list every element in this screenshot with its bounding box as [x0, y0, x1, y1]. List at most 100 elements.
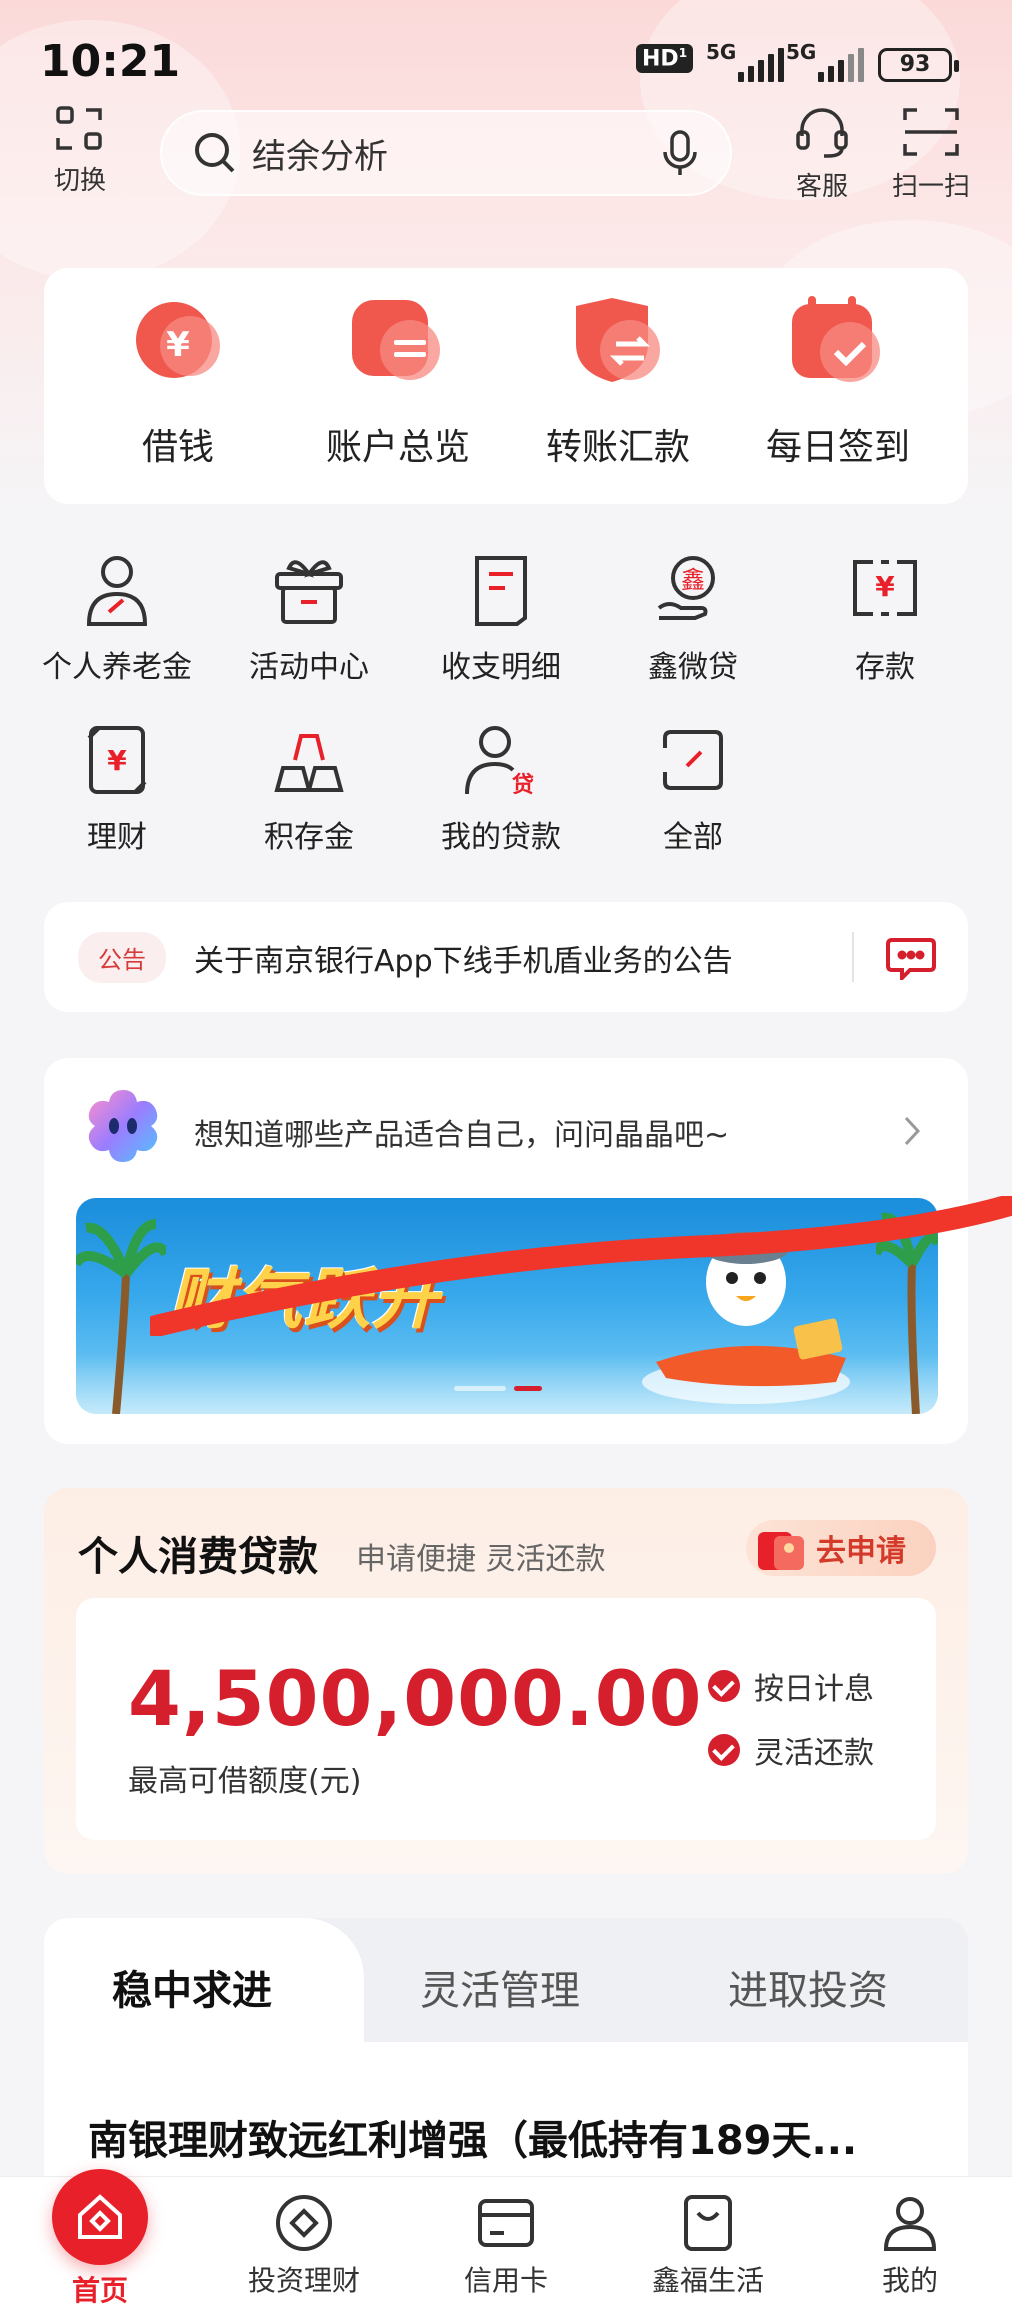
grid-item-transactions[interactable]: 收支明细: [406, 550, 596, 686]
user-icon: [883, 2197, 937, 2251]
nav-label: 首页: [71, 2274, 128, 2305]
loan-amount: 4,500,000.00: [128, 1654, 703, 1743]
scan-label: 扫一扫: [891, 172, 970, 202]
palm-tree-icon: [876, 1212, 938, 1414]
promo-banner[interactable]: 财气跃升: [76, 1198, 938, 1414]
card-icon: [478, 2199, 534, 2247]
grid-label: 积存金: [264, 820, 354, 855]
status-time: 10:21: [40, 36, 181, 87]
loan-feature: 按日计息: [708, 1664, 874, 1708]
grid-item-my-loans[interactable]: 贷 我的贷款: [406, 720, 596, 856]
carousel-dot-active[interactable]: [514, 1386, 542, 1391]
nav-credit-card[interactable]: 信用卡: [426, 2191, 586, 2299]
grid-item-wealth-management[interactable]: ¥ 理财: [22, 720, 212, 856]
customer-service-button[interactable]: 客服: [780, 104, 864, 203]
consumer-loan-card[interactable]: 个人消费贷款 申请便捷 灵活还款 去申请 4,500,000.00 最高可借额度…: [44, 1488, 968, 1874]
signal-bars-icon: [738, 48, 784, 82]
loan-title: 个人消费贷款: [78, 1534, 318, 1580]
nav-label: 投资理财: [247, 2264, 360, 2297]
grid-label: 存款: [855, 650, 915, 685]
notice-text: 关于南京银行App下线手机盾业务的公告: [194, 944, 733, 979]
person-icon: [86, 556, 148, 626]
grid-item-all[interactable]: 全部: [598, 720, 788, 856]
message-icon[interactable]: [886, 934, 936, 980]
tab-flexible[interactable]: 灵活管理: [420, 1958, 580, 2016]
nav-investment[interactable]: 投资理财: [224, 2191, 384, 2299]
grid-label: 鑫微贷: [648, 650, 738, 685]
search-placeholder: 结余分析: [252, 136, 388, 177]
quick-action-transfer[interactable]: 转账汇款: [508, 294, 728, 470]
quick-action-daily-checkin[interactable]: 每日签到: [728, 294, 948, 470]
grid-label: 我的贷款: [441, 820, 561, 855]
grid-item-xin-microloan[interactable]: 鑫 鑫微贷: [598, 550, 788, 686]
equal-icon: [348, 294, 448, 394]
gold-bars-icon: [274, 734, 344, 792]
nav-label: 信用卡: [463, 2264, 548, 2297]
mascot-jetski-icon: [642, 1232, 850, 1404]
banner-title: 财气跃升: [168, 1261, 440, 1338]
loan-amount-label: 最高可借额度(元): [128, 1764, 362, 1799]
yuan-icon: ¥: [128, 294, 228, 394]
product-title[interactable]: 南银理财致远红利增强（最低持有189天...: [88, 2108, 857, 2166]
gift-icon: [275, 560, 343, 624]
quick-action-account-overview[interactable]: 账户总览: [288, 294, 508, 470]
switch-icon: [56, 106, 102, 150]
finance-icon: ¥: [87, 726, 147, 794]
loan-amount-panel: 4,500,000.00 最高可借额度(元) 按日计息 灵活还款: [76, 1598, 936, 1840]
svg-text:¥: ¥: [875, 570, 895, 603]
network-label-2: 5G: [786, 40, 817, 64]
loan-subtitle: 申请便捷 灵活还款: [356, 1542, 606, 1577]
switch-button[interactable]: 切换: [40, 104, 120, 197]
nav-home[interactable]: 首页: [20, 2169, 180, 2305]
calendar-check-icon: [788, 294, 888, 394]
loan-apply-label: 去申请: [816, 1534, 906, 1569]
headset-icon: [796, 108, 848, 158]
search-bar[interactable]: 结余分析: [160, 110, 732, 196]
service-label: 客服: [795, 172, 848, 202]
tab-aggressive[interactable]: 进取投资: [728, 1958, 888, 2016]
notice-divider: [852, 932, 854, 982]
grid-item-deposit[interactable]: ¥ 存款: [790, 550, 980, 686]
diamond-icon: [276, 2195, 332, 2251]
hand-coin-icon: 鑫: [657, 556, 715, 620]
check-circle-icon: [708, 1670, 740, 1702]
scan-icon: [903, 108, 959, 156]
nav-label: 鑫福生活: [651, 2264, 764, 2297]
switch-label: 切换: [53, 166, 106, 196]
loan-apply-button[interactable]: 去申请: [746, 1520, 936, 1576]
scan-button[interactable]: 扫一扫: [886, 104, 976, 203]
assistant-prompt[interactable]: 想知道哪些产品适合自己，问问晶晶吧~: [194, 1110, 729, 1154]
search-icon: [195, 133, 235, 173]
hd-voice-badge: HD1: [636, 44, 694, 74]
check-circle-icon: [708, 1734, 740, 1766]
grid-label: 理财: [87, 820, 147, 855]
notice-tag: 公告: [78, 932, 166, 983]
signal-bars-icon: [818, 48, 864, 82]
quick-actions-card: ¥ 借钱 账户总览 转账汇款 每日签到: [44, 268, 968, 504]
nav-me[interactable]: 我的: [830, 2191, 990, 2299]
quick-action-label: 借钱: [141, 427, 214, 468]
quick-action-label: 转账汇款: [545, 427, 690, 468]
grid-item-gold-accumulation[interactable]: 积存金: [214, 720, 404, 856]
home-icon: [52, 2169, 148, 2265]
chevron-right-icon[interactable]: [902, 1114, 922, 1148]
svg-text:贷: 贷: [512, 772, 534, 798]
assistant-banner-card: 想知道哪些产品适合自己，问问晶晶吧~ 财气跃升: [44, 1058, 968, 1444]
grid-item-personal-pension[interactable]: 个人养老金: [22, 550, 212, 686]
tab-steady[interactable]: 稳中求进: [112, 1958, 272, 2016]
bottom-navigation: 首页 投资理财 信用卡 鑫福生活 我的: [0, 2169, 1012, 2305]
nav-label: 我的: [881, 2264, 938, 2297]
bag-icon: [684, 2195, 732, 2251]
nav-life[interactable]: 鑫福生活: [628, 2191, 788, 2299]
microphone-icon[interactable]: [660, 129, 700, 177]
carousel-dots-inactive[interactable]: [454, 1386, 506, 1391]
quick-action-borrow[interactable]: ¥ 借钱: [68, 294, 288, 470]
all-icon: [663, 730, 723, 790]
svg-text:¥: ¥: [107, 744, 127, 777]
svg-text:鑫: 鑫: [681, 566, 705, 594]
grid-label: 活动中心: [249, 650, 369, 685]
grid-item-activity-center[interactable]: 活动中心: [214, 550, 404, 686]
notice-bar[interactable]: 公告 关于南京银行App下线手机盾业务的公告: [44, 902, 968, 1012]
network-label-1: 5G: [706, 40, 737, 64]
quick-action-label: 每日签到: [765, 427, 910, 468]
